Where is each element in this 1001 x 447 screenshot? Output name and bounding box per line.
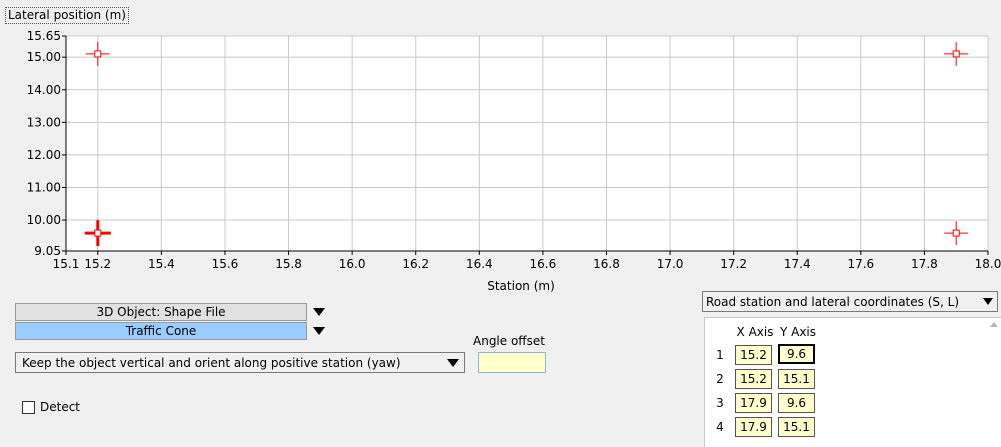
- table-header-y: Y Axis: [779, 325, 817, 339]
- table-cell-y[interactable]: 9.6: [778, 344, 815, 364]
- x-tick-label: 17.8: [911, 257, 938, 271]
- chevron-down-icon: [447, 359, 459, 367]
- orientation-dropdown[interactable]: Keep the object vertical and orient alon…: [15, 352, 465, 373]
- x-tick-label: 16.4: [466, 257, 493, 271]
- object-type-dropdown-arrow[interactable]: [309, 303, 329, 321]
- row-number: 3: [716, 396, 724, 410]
- coordinate-system-dropdown[interactable]: Road station and lateral coordinates (S,…: [702, 291, 998, 312]
- x-axis-label: Station (m): [487, 279, 555, 293]
- table-cell-x[interactable]: 15.2: [735, 369, 772, 389]
- detect-label: Detect: [40, 400, 81, 414]
- scroll-up-icon[interactable]: [990, 322, 998, 327]
- object-name-value: Traffic Cone: [125, 324, 197, 338]
- y-tick-label: 10.00: [27, 213, 61, 227]
- row-number: 2: [716, 372, 724, 386]
- x-tick-label: 15.6: [212, 257, 239, 271]
- x-tick-label: 18.0: [975, 257, 1001, 271]
- x-tick-label: 17.6: [847, 257, 874, 271]
- object-type-dropdown[interactable]: 3D Object: Shape File: [15, 303, 307, 321]
- row-number: 4: [716, 420, 724, 434]
- x-tick-label: 16.2: [402, 257, 429, 271]
- chevron-down-icon: [313, 308, 325, 316]
- x-tick-label: 15.1: [53, 257, 80, 271]
- orientation-value: Keep the object vertical and orient alon…: [22, 355, 401, 370]
- object-name-dropdown[interactable]: Traffic Cone: [15, 322, 307, 340]
- x-tick-label: 16.8: [593, 257, 620, 271]
- x-tick-label: 17.0: [657, 257, 684, 271]
- x-tick-label: 15.8: [275, 257, 302, 271]
- angle-offset-input[interactable]: [478, 352, 546, 373]
- angle-offset-label: Angle offset: [473, 334, 545, 348]
- table-cell-y[interactable]: 15.1: [778, 417, 815, 437]
- y-tick-label: 9.05: [34, 244, 61, 258]
- y-tick-label: 15.00: [27, 50, 61, 64]
- chevron-down-icon: [313, 327, 325, 335]
- detect-checkbox[interactable]: [22, 401, 35, 414]
- table-cell-y[interactable]: 9.6: [778, 393, 815, 413]
- y-tick-label: 15.65: [27, 29, 61, 43]
- x-tick-label: 17.4: [784, 257, 811, 271]
- coordinate-system-value: Road station and lateral coordinates (S,…: [706, 294, 960, 309]
- table-cell-x[interactable]: 17.9: [735, 417, 772, 437]
- table-header-x: X Axis: [736, 325, 774, 339]
- x-tick-label: 16.6: [530, 257, 557, 271]
- object-name-dropdown-arrow[interactable]: [309, 322, 329, 340]
- object-type-value: 3D Object: Shape File: [96, 305, 226, 319]
- table-cell-y[interactable]: 15.1: [778, 369, 815, 389]
- y-tick-label: 13.00: [27, 115, 61, 129]
- y-tick-label: 12.00: [27, 148, 61, 162]
- y-tick-label: 14.00: [27, 83, 61, 97]
- y-tick-label: 11.00: [27, 180, 61, 194]
- chart[interactable]: 15.1 15.2 15.4 15.6 15.8 16.0 16.2 16.4 16.6 16.8…: [0, 0, 1001, 300]
- x-tick-label: 15.2: [84, 257, 111, 271]
- x-tick-label: 17.2: [720, 257, 747, 271]
- x-tick-label: 15.4: [148, 257, 175, 271]
- row-number: 1: [716, 348, 724, 362]
- plot-area[interactable]: [66, 36, 988, 251]
- table-cell-x[interactable]: 15.2: [735, 345, 772, 365]
- table-cell-x[interactable]: 17.9: [735, 393, 772, 413]
- chevron-down-icon: [983, 298, 993, 305]
- x-tick-label: 16.0: [339, 257, 366, 271]
